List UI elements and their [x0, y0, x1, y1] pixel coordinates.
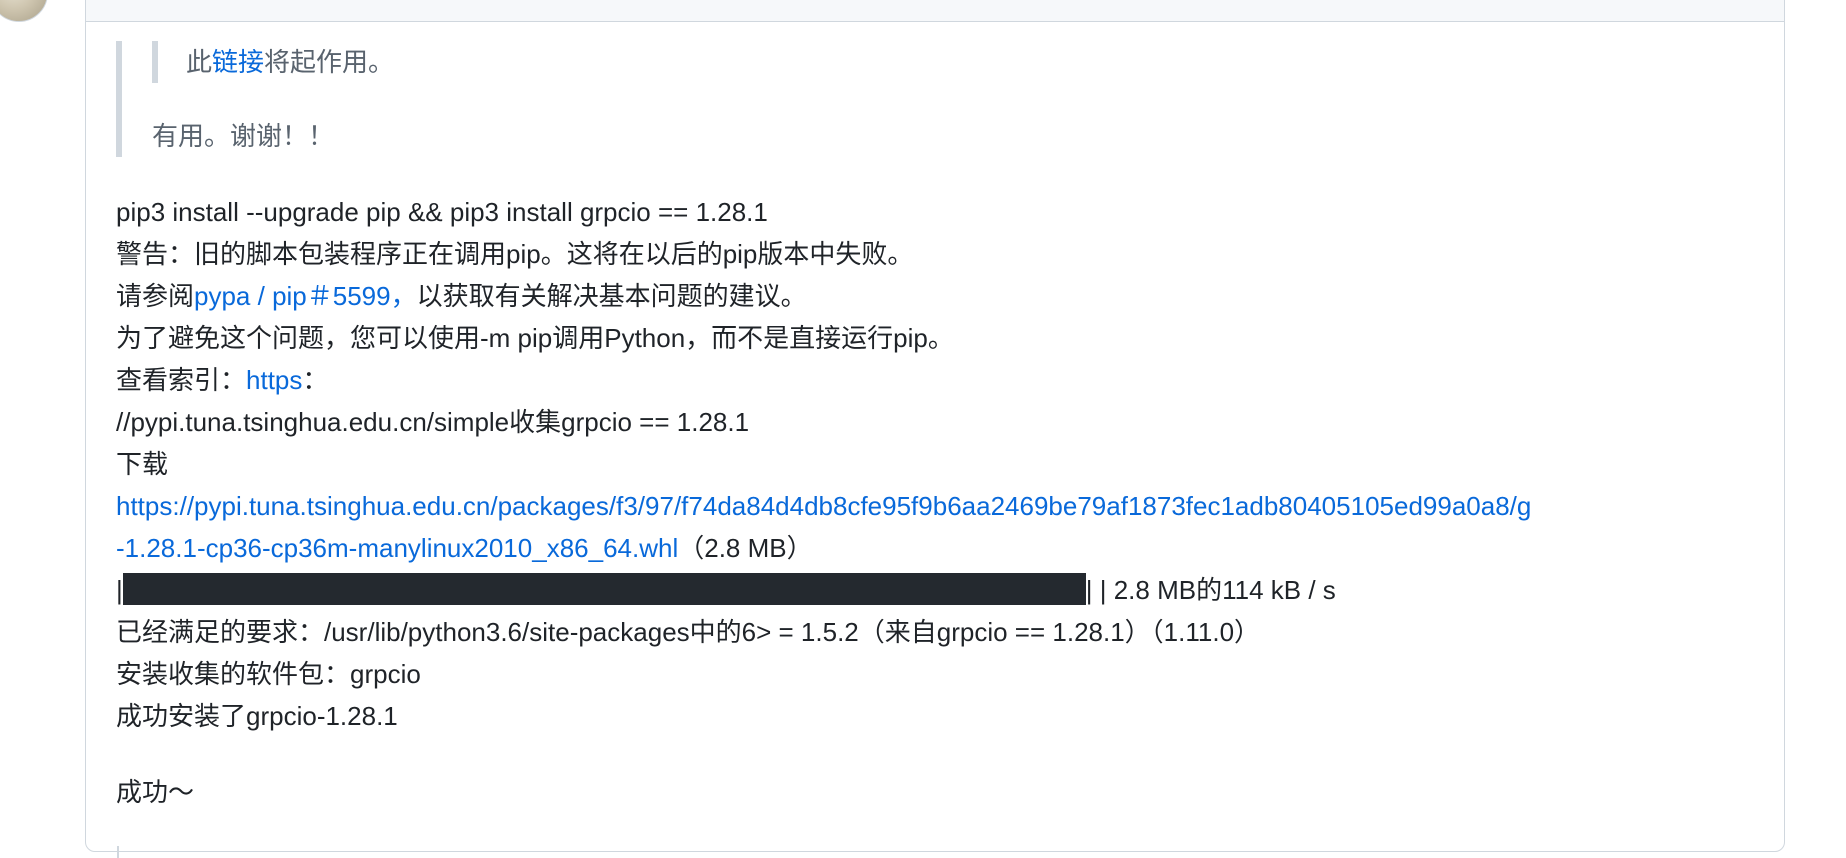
- see-line: 请参阅pypa / pip＃5599，以获取有关解决基本问题的建议。: [116, 275, 1776, 317]
- see-prefix: 请参阅: [116, 281, 195, 311]
- comment-header: [86, 0, 1784, 22]
- progress-bar: [122, 573, 1086, 605]
- comment-body: 此链接将起作用。 有用。谢谢！！ pip3 install --upgrade …: [116, 31, 1776, 813]
- download-link-line-2: -1.28.1-cp36-cp36m-manylinux2010_x86_64.…: [116, 527, 1776, 569]
- command-line: pip3 install --upgrade pip && pip3 insta…: [116, 197, 768, 227]
- progress-left: |: [116, 575, 123, 605]
- download-size: （2.8 MB）: [678, 533, 813, 563]
- satisfied-line: 已经满足的要求：/usr/lib/python3.6/site-packages…: [116, 617, 1261, 647]
- progress-right: | | 2.8 MB的114 kB / s: [1085, 575, 1336, 605]
- download-link-line-1: https://pypi.tuna.tsinghua.edu.cn/packag…: [116, 485, 1776, 527]
- download-label: 下载: [116, 449, 169, 479]
- quote-link[interactable]: 链接: [212, 47, 264, 77]
- success-install-line: 成功安装了grpcio-1.28.1: [116, 701, 398, 731]
- blockquote-outer: 此链接将起作用。 有用。谢谢！！: [116, 41, 1776, 157]
- timeline-line: [117, 846, 119, 858]
- index-link[interactable]: https: [246, 365, 302, 395]
- warning-line: 警告：旧的脚本包装程序正在调用pip。这将在以后的pip版本中失败。: [116, 239, 914, 269]
- index-prefix: 查看索引：: [116, 365, 247, 395]
- index-suffix: ：: [302, 365, 329, 395]
- comment-box: 此链接将起作用。 有用。谢谢！！ pip3 install --upgrade …: [85, 0, 1785, 852]
- see-suffix: 以获取有关解决基本问题的建议。: [416, 281, 807, 311]
- index-line: 查看索引：https：: [116, 359, 1776, 401]
- final-line: 成功～: [116, 777, 195, 807]
- blockquote-inner: 此链接将起作用。: [152, 41, 1776, 83]
- quote-outer-text: 有用。谢谢！！: [152, 121, 335, 151]
- issue-link[interactable]: pypa / pip＃5599，: [194, 281, 417, 311]
- avoid-line: 为了避免这个问题，您可以使用-m pip调用Python，而不是直接运行pip。: [116, 323, 954, 353]
- avatar[interactable]: [0, 0, 48, 22]
- collect-line: //pypi.tuna.tsinghua.edu.cn/simple收集grpc…: [116, 407, 750, 437]
- quote-inner-prefix: 此: [186, 47, 213, 77]
- main-text: pip3 install --upgrade pip && pip3 insta…: [116, 191, 1776, 813]
- download-link-2[interactable]: -1.28.1-cp36-cp36m-manylinux2010_x86_64.…: [116, 533, 678, 563]
- installing-line: 安装收集的软件包：grpcio: [116, 659, 421, 689]
- download-link-1[interactable]: https://pypi.tuna.tsinghua.edu.cn/packag…: [116, 491, 1531, 521]
- progress-line: | | | 2.8 MB的114 kB / s: [116, 569, 1776, 611]
- quote-inner-suffix: 将起作用。: [264, 47, 395, 77]
